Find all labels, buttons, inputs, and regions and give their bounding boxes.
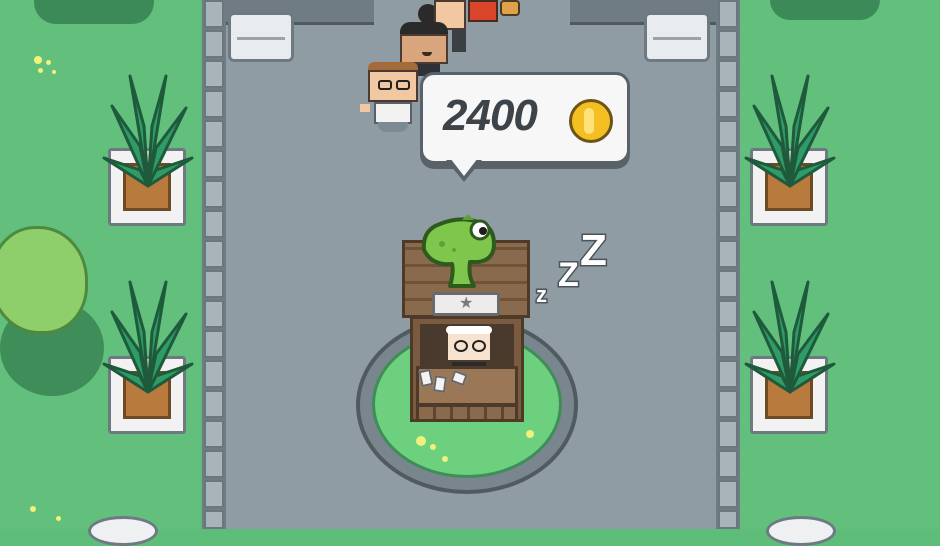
hedge-top-right <box>770 0 880 20</box>
stone-bottom-left <box>88 516 158 546</box>
agave-plant-left-top <box>102 74 194 188</box>
bush <box>0 226 88 334</box>
customer-back[interactable] <box>462 0 522 30</box>
booth-base <box>416 404 518 422</box>
coin-bubble[interactable]: 2400 <box>420 72 630 164</box>
booth-counter <box>416 366 518 406</box>
gold-coin-icon <box>569 99 613 143</box>
sleep-z-medium: Z <box>557 255 581 296</box>
sleep-z-large: Z <box>579 225 609 277</box>
hedge-top-left <box>34 0 154 24</box>
customer-glasses[interactable] <box>360 62 426 134</box>
bench-left[interactable] <box>228 12 294 62</box>
star-icon: ★ <box>459 295 474 312</box>
agave-plant-right-bottom <box>744 280 836 394</box>
agave-plant-left-bottom <box>102 280 194 394</box>
stone-bottom-right <box>766 516 836 546</box>
sleep-z-small: z <box>535 281 549 309</box>
agave-plant-right-top <box>744 74 836 188</box>
coin-amount: 2400 <box>443 91 538 140</box>
dinosaur-mascot[interactable] <box>414 210 506 290</box>
bubble-tail-fill <box>450 158 478 176</box>
booth-sign: ★ <box>432 292 500 316</box>
bench-right[interactable] <box>644 12 710 62</box>
